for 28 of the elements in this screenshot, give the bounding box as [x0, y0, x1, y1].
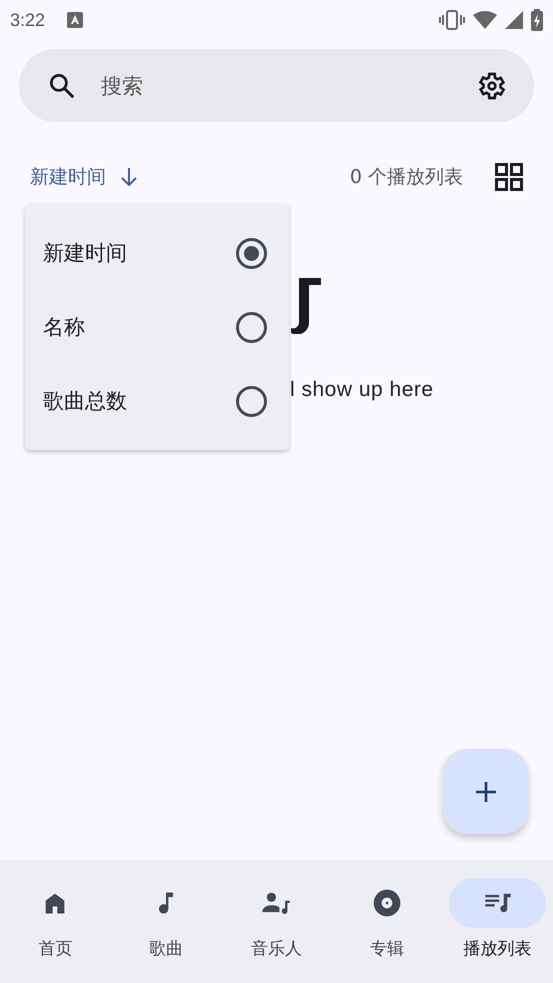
radio-button[interactable] [236, 386, 267, 416]
signal-icon [505, 11, 523, 29]
settings-icon[interactable] [476, 70, 508, 102]
nav-tab[interactable]: 歌曲 [110, 878, 222, 983]
keyboard-notification-icon [67, 12, 84, 28]
nav-tab[interactable]: 专辑 [332, 878, 442, 983]
status-time: 3:22 [10, 10, 46, 30]
nav-tab[interactable]: 首页 [0, 878, 111, 983]
sort-option[interactable]: 名称 [25, 290, 289, 364]
playlist-count: 0 个播放列表 [350, 165, 463, 190]
sort-button[interactable]: 新建时间 [30, 164, 138, 190]
wifi-icon [473, 11, 497, 29]
music-note-icon [290, 278, 322, 334]
radio-button[interactable] [236, 312, 267, 342]
search-field[interactable]: 搜索 [99, 72, 454, 98]
grid-view-icon[interactable] [495, 163, 523, 191]
empty-message: l show up here [290, 378, 435, 402]
search-bar[interactable]: 搜索 [19, 49, 534, 122]
plus-icon [474, 780, 498, 804]
sort-option[interactable]: 新建时间 [25, 216, 289, 290]
radio-button[interactable] [236, 238, 267, 268]
nav-tab[interactable]: 播放列表 [442, 878, 553, 983]
album-icon [371, 887, 404, 919]
vibrate-icon [439, 10, 465, 30]
nav-tab[interactable]: 音乐人 [221, 878, 332, 983]
battery-charging-icon [531, 9, 543, 31]
sort-option[interactable]: 歌曲总数 [25, 364, 289, 438]
arrow-down-icon [120, 167, 138, 187]
